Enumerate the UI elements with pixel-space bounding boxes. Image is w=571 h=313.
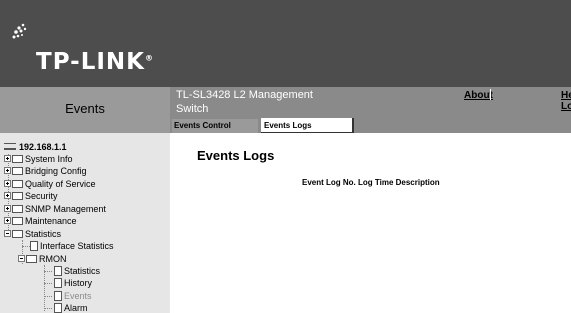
folder-icon	[12, 205, 23, 213]
tree-line	[44, 283, 52, 284]
tree-item-rmon-statistics[interactable]: Statistics	[54, 265, 100, 277]
tree-root[interactable]: 192.168.1.1	[4, 141, 67, 153]
tree-item-security[interactable]: Security	[4, 190, 58, 202]
tree-line	[44, 296, 52, 297]
page-icon	[54, 266, 62, 276]
about-link[interactable]: About	[464, 90, 493, 101]
tree-item-system-info[interactable]: System Info	[4, 153, 73, 165]
tree-item-maintenance[interactable]: Maintenance	[4, 215, 77, 227]
tree-item-quality-of-service[interactable]: Quality of Service	[4, 178, 96, 190]
main-content: Events Logs Event Log No. Log Time Descr…	[170, 133, 571, 313]
page-icon	[54, 291, 62, 301]
folder-open-icon	[12, 230, 23, 238]
folder-open-icon	[26, 255, 37, 263]
expand-icon[interactable]	[4, 180, 11, 187]
expand-icon[interactable]	[4, 205, 11, 212]
tp-link-logo: TP-LINK®	[10, 20, 170, 80]
tree-item-rmon[interactable]: RMON	[18, 253, 67, 265]
expand-icon[interactable]	[4, 155, 11, 162]
tree-item-bridging-config[interactable]: Bridging Config	[4, 165, 87, 177]
folder-icon	[12, 180, 23, 188]
system-title: TL-SL3428 L2 Management Switch	[176, 89, 313, 115]
tree-item-snmp-management[interactable]: SNMP Management	[4, 203, 106, 215]
folder-icon	[12, 192, 23, 200]
tree-item-events[interactable]: Events	[54, 290, 92, 302]
logout-link[interactable]: Logo	[561, 101, 571, 112]
page-title: Events Logs	[197, 148, 275, 163]
left-title-bar: Events	[0, 87, 170, 133]
page-icon	[54, 303, 62, 313]
page-icon	[30, 241, 38, 251]
link-separator	[490, 89, 491, 100]
expand-icon[interactable]	[4, 217, 11, 224]
logo-dots-icon	[12, 23, 27, 39]
header-banner: TP-LINK®	[0, 0, 571, 87]
logo-text: TP-LINK®	[36, 49, 154, 75]
navigation-tree: 192.168.1.1 System Info Bridging Config …	[0, 133, 170, 313]
collapse-icon[interactable]	[4, 230, 11, 237]
event-log-table-header: Event Log No. Log Time Description	[302, 178, 440, 187]
tab-events-logs[interactable]: Events Logs	[261, 118, 354, 133]
folder-icon	[12, 167, 23, 175]
network-icon	[4, 143, 16, 150]
expand-icon[interactable]	[4, 167, 11, 174]
folder-icon	[12, 217, 23, 225]
section-title: Events	[65, 101, 105, 116]
tree-line	[44, 308, 52, 309]
tree-item-alarm[interactable]: Alarm	[54, 302, 88, 313]
folder-icon	[12, 155, 23, 163]
tree-item-statistics[interactable]: Statistics	[4, 228, 61, 240]
top-bar: TL-SL3428 L2 Management Switch About Hel…	[170, 87, 571, 133]
tree-line	[44, 271, 52, 272]
help-link[interactable]: Hel	[561, 90, 571, 101]
collapse-icon[interactable]	[18, 255, 25, 262]
tab-events-control[interactable]: Events Control	[172, 119, 258, 133]
expand-icon[interactable]	[4, 192, 11, 199]
tree-item-history[interactable]: History	[54, 277, 92, 289]
tree-line	[22, 246, 30, 247]
page-icon	[54, 278, 62, 288]
tree-item-interface-statistics[interactable]: Interface Statistics	[30, 240, 114, 252]
